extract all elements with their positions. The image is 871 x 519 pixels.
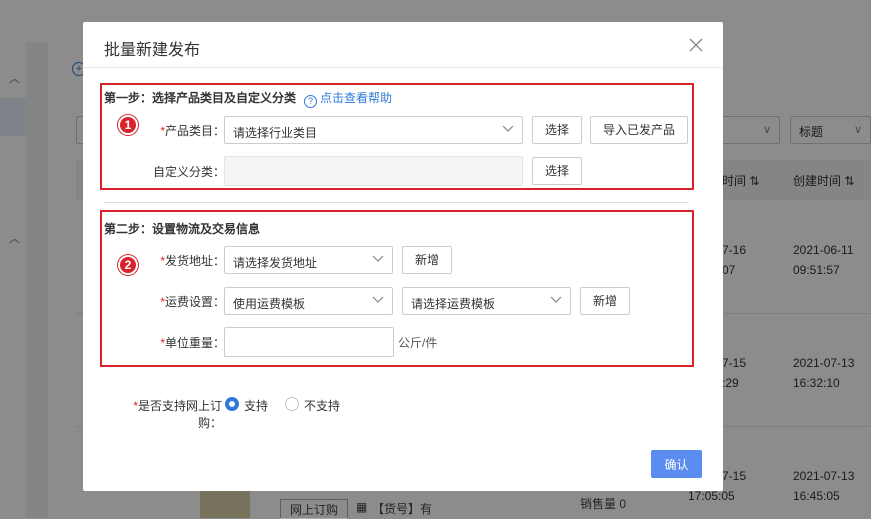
online-order-support-label[interactable]: 支持	[244, 397, 268, 414]
batch-publish-dialog: 批量新建发布 第一步：选择产品类目及自定义分类 ? 点击查看帮助 1 *产品类目：…	[83, 22, 723, 491]
import-published-button[interactable]: 导入已发产品	[590, 116, 688, 144]
close-icon[interactable]	[688, 37, 704, 53]
step1-badge: 1	[118, 115, 138, 135]
step2-badge: 2	[118, 255, 138, 275]
freight-template-select[interactable]: 请选择运费模板	[402, 287, 571, 315]
unit-weight-label: *单位重量：	[160, 336, 225, 350]
shipping-address-label: *发货地址：	[160, 254, 225, 268]
step2-title: 第二步：设置物流及交易信息	[104, 222, 261, 236]
dialog-title: 批量新建发布	[104, 42, 201, 59]
chevron-down-icon	[372, 255, 384, 262]
unit-weight-input[interactable]	[224, 327, 394, 357]
chevron-down-icon	[372, 296, 384, 303]
online-order-label: *是否支持网上订购：	[133, 399, 222, 430]
online-order-unsupported-radio[interactable]	[285, 397, 299, 411]
freight-label: *运费设置：	[160, 295, 225, 309]
confirm-button[interactable]: 确认	[651, 450, 702, 478]
step1-title: 第一步：选择产品类目及自定义分类	[104, 91, 297, 105]
freight-template-placeholder: 请选择运费模板	[411, 297, 496, 311]
online-order-unsupported-label[interactable]: 不支持	[304, 397, 340, 414]
add-freight-template-button[interactable]: 新增	[580, 287, 630, 315]
add-address-button[interactable]: 新增	[402, 246, 452, 274]
freight-mode-value: 使用运费模板	[233, 297, 306, 311]
shipping-address-select[interactable]: 请选择发货地址	[224, 246, 393, 274]
weight-unit: 公斤/件	[398, 336, 438, 350]
custom-category-label: 自定义分类：	[152, 165, 225, 179]
question-icon: ?	[304, 95, 317, 108]
category-label: *产品类目：	[160, 124, 225, 138]
help-link[interactable]: ? 点击查看帮助	[304, 89, 392, 108]
address-placeholder: 请选择发货地址	[233, 256, 318, 270]
header-divider	[83, 67, 723, 68]
section-divider	[104, 202, 689, 203]
custom-category-select-button[interactable]: 选择	[532, 157, 582, 185]
chevron-down-icon	[550, 296, 562, 303]
freight-mode-select[interactable]: 使用运费模板	[224, 287, 393, 315]
category-select-button[interactable]: 选择	[532, 116, 582, 144]
category-select[interactable]: 请选择行业类目	[224, 116, 523, 144]
category-placeholder: 请选择行业类目	[233, 126, 318, 140]
chevron-down-icon	[502, 125, 514, 132]
online-order-support-radio[interactable]	[225, 397, 239, 411]
custom-category-field[interactable]	[224, 156, 523, 186]
